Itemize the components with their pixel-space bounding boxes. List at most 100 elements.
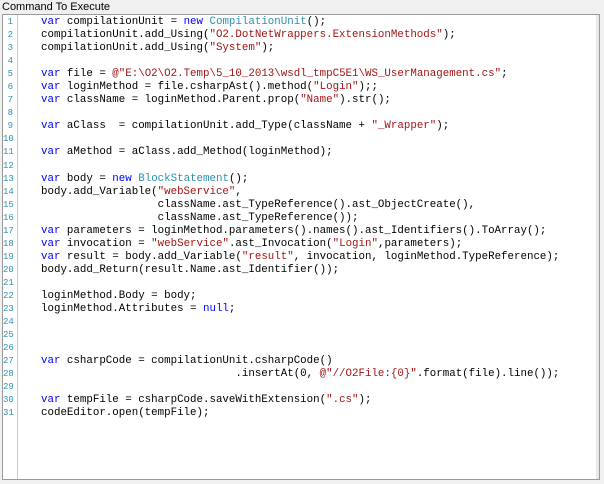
code-text: var compilationUnit = new CompilationUni… xyxy=(41,16,326,29)
line-number: 2 xyxy=(7,30,13,41)
code-text: compilationUnit.add_Using("O2.DotNetWrap… xyxy=(41,29,456,42)
line-number: 19 xyxy=(3,251,14,262)
code-line[interactable]: 19 var result = body.add_Variable("result… xyxy=(3,251,595,264)
line-number: 25 xyxy=(3,330,14,341)
code-text: var aMethod = aClass.add_Method(loginMet… xyxy=(41,146,333,159)
line-number: 20 xyxy=(3,264,14,275)
code-line[interactable]: 6 var loginMethod = file.csharpAst().meth… xyxy=(3,81,595,94)
code-token: body.add_Variable( xyxy=(41,185,158,198)
line-number: 18 xyxy=(3,238,14,249)
code-token: file = xyxy=(60,68,113,81)
code-token: , xyxy=(235,185,242,198)
code-line[interactable]: 13 var body = new BlockStatement(); xyxy=(3,173,595,186)
code-line[interactable]: 8 xyxy=(3,107,595,120)
code-token: @"//O2File:{0}" xyxy=(319,368,417,381)
code-text: var className = loginMethod.Parent.prop(… xyxy=(41,94,391,107)
line-number: 1 xyxy=(7,17,13,27)
code-token: var xyxy=(41,237,61,250)
line-number: 11 xyxy=(3,147,14,158)
line-number: 24 xyxy=(3,317,14,328)
line-number: 8 xyxy=(7,108,13,119)
code-line[interactable]: 26 xyxy=(3,342,595,355)
code-line[interactable]: 22 loginMethod.Body = body; xyxy=(3,290,595,303)
code-token: "_Wrapper" xyxy=(371,120,437,133)
code-token: csharpCode = compilationUnit.csharpCode(… xyxy=(60,355,333,368)
code-line[interactable]: 2 compilationUnit.add_Using("O2.DotNetWra… xyxy=(3,29,595,42)
line-number: 14 xyxy=(3,186,14,197)
code-line[interactable]: 24 xyxy=(3,316,595,329)
code-token: , invocation, loginMethod.TypeReference)… xyxy=(293,250,560,263)
code-line[interactable]: 28 .insertAt(0, @"//O2File:{0}".format(f… xyxy=(3,368,595,381)
code-line[interactable]: 31 codeEditor.open(tempFile); xyxy=(3,407,595,420)
code-line[interactable]: 11 var aMethod = aClass.add_Method(loginM… xyxy=(3,146,595,159)
line-number: 12 xyxy=(3,160,14,171)
code-token: null xyxy=(202,303,229,316)
code-line[interactable]: 21 xyxy=(3,277,595,290)
code-line[interactable]: 18 var invocation = "webService".ast_Invo… xyxy=(3,238,595,251)
code-line[interactable]: 16 className.ast_TypeReference()); xyxy=(3,212,595,225)
code-token: ); xyxy=(436,120,450,133)
line-number: 30 xyxy=(3,395,14,406)
code-line[interactable]: 20 body.add_Return(result.Name.ast_Identi… xyxy=(3,264,595,277)
code-line[interactable]: 30 var tempFile = csharpCode.saveWithExte… xyxy=(3,394,595,407)
code-token: tempFile = csharpCode.saveWithExtension( xyxy=(60,394,327,407)
line-number: 27 xyxy=(3,356,14,367)
code-line[interactable]: 23 loginMethod.Attributes = null; xyxy=(3,303,595,316)
code-line[interactable]: 17 var parameters = loginMethod.parameter… xyxy=(3,225,595,238)
code-line[interactable]: 7 var className = loginMethod.Parent.prop… xyxy=(3,94,595,107)
code-token: (); xyxy=(228,172,249,185)
code-token: (); xyxy=(306,16,327,28)
code-line[interactable]: 9 var aClass = compilationUnit.add_Type(c… xyxy=(3,120,595,133)
line-number: 31 xyxy=(3,408,14,419)
code-line[interactable]: 1 var compilationUnit = new CompilationUn… xyxy=(3,16,595,29)
panel-title: Command To Execute xyxy=(2,1,111,13)
code-token: "Login" xyxy=(313,81,359,94)
code-token: ); xyxy=(261,42,275,55)
code-area[interactable]: 1 var compilationUnit = new CompilationUn… xyxy=(3,16,595,420)
code-line[interactable]: 15 className.ast_TypeReference().ast_Obj… xyxy=(3,199,595,212)
code-token: ; xyxy=(501,68,508,81)
code-token: body = xyxy=(60,172,113,185)
code-token: var xyxy=(41,172,61,185)
line-number: 3 xyxy=(7,43,13,54)
line-number: 23 xyxy=(3,304,14,315)
code-token: var xyxy=(41,250,61,263)
vertical-scrollbar[interactable] xyxy=(596,15,599,479)
code-token: aMethod = aClass.add_Method(loginMethod)… xyxy=(60,146,333,159)
code-token: body.add_Return(result.Name.ast_Identifi… xyxy=(41,263,340,276)
code-token: loginMethod = file.csharpAst().method( xyxy=(60,81,314,94)
line-number: 13 xyxy=(3,173,14,184)
code-line[interactable]: 27 var csharpCode = compilationUnit.cshar… xyxy=(3,355,595,368)
code-token: aClass = compilationUnit.add_Type(classN… xyxy=(60,120,372,133)
line-number: 29 xyxy=(3,382,14,393)
code-token: var xyxy=(41,146,61,159)
code-token: CompilationUnit xyxy=(203,16,307,28)
code-text: var body = new BlockStatement(); xyxy=(41,173,248,186)
code-text: body.add_Variable("webService", xyxy=(41,186,242,199)
code-line[interactable]: 5 var file = @"E:\O2\O2.Temp\5_10_2013\ws… xyxy=(3,68,595,81)
code-text: var file = @"E:\O2\O2.Temp\5_10_2013\wsd… xyxy=(41,68,508,81)
code-token: "Name" xyxy=(300,94,340,107)
code-token: var xyxy=(41,224,61,237)
code-line[interactable]: 4 xyxy=(3,55,595,68)
code-token: new xyxy=(183,16,204,28)
code-text: var result = body.add_Variable("result",… xyxy=(41,251,559,264)
code-line[interactable]: 14 body.add_Variable("webService", xyxy=(3,186,595,199)
code-line[interactable]: 29 xyxy=(3,381,595,394)
code-editor[interactable]: 1 var compilationUnit = new CompilationUn… xyxy=(2,14,600,480)
code-line[interactable]: 12 xyxy=(3,160,595,173)
code-line[interactable]: 25 xyxy=(3,329,595,342)
code-text: codeEditor.open(tempFile); xyxy=(41,407,209,420)
code-token: compilationUnit = xyxy=(60,16,184,28)
code-line[interactable]: 10 xyxy=(3,133,595,146)
code-token: className.ast_TypeReference().ast_Object… xyxy=(41,198,476,211)
code-token: codeEditor.open(tempFile); xyxy=(41,407,210,420)
code-text: body.add_Return(result.Name.ast_Identifi… xyxy=(41,264,339,277)
code-token: invocation = xyxy=(60,237,152,250)
code-line[interactable]: 3 compilationUnit.add_Using("System"); xyxy=(3,42,595,55)
code-token: .insertAt(0, xyxy=(41,368,320,381)
line-number: 6 xyxy=(7,82,13,93)
code-token: "webService" xyxy=(151,237,229,250)
code-token: ); xyxy=(442,29,456,42)
code-token: var xyxy=(41,94,61,107)
